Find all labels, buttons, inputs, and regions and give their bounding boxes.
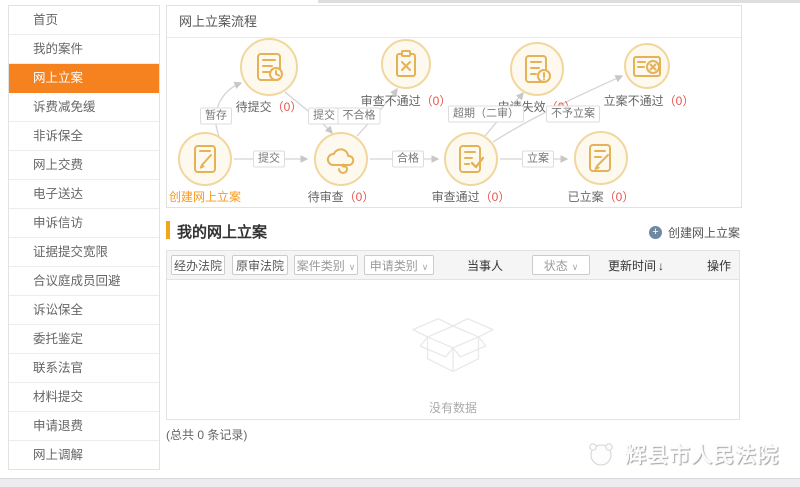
bottom-status-strip [0, 478, 800, 487]
apply-category-dropdown[interactable]: 申请类别∨ [364, 255, 434, 275]
flow-label-review-failed[interactable]: 审查不通过（0） [361, 92, 452, 109]
flow-node-expired[interactable] [510, 42, 564, 96]
court-logo-icon [583, 438, 617, 470]
flow-label-filed[interactable]: 已立案（0） [568, 188, 635, 205]
plus-circle-icon: + [649, 226, 662, 239]
create-filing-link-label: 创建网上立案 [668, 224, 740, 241]
sidebar-item-non-litigation-preservation[interactable]: 非诉保全 [9, 122, 159, 151]
edge-label-no-filing: 不予立案 [546, 106, 600, 123]
window-top-edge [318, 0, 800, 3]
my-cases-header: 我的网上立案 + 创建网上立案 [166, 220, 742, 242]
flow-node-not-filed[interactable] [624, 43, 670, 89]
sidebar-item-electronic-delivery[interactable]: 电子送达 [9, 180, 159, 209]
sidebar-menu: 首页 我的案件 网上立案 诉费减免缓 非诉保全 网上交费 电子送达 申诉信访 证… [8, 5, 160, 470]
create-filing-link[interactable]: + 创建网上立案 [649, 224, 740, 241]
court-watermark: 辉县市人民法院 [583, 438, 779, 470]
case-list-filter-bar: 经办法院 原审法院 案件类别∨ 申请类别∨ 当事人 状态∨ 更新时间↓ 操作 [166, 250, 740, 280]
sidebar-item-my-cases[interactable]: 我的案件 [9, 35, 159, 64]
sidebar-item-home[interactable]: 首页 [9, 6, 159, 35]
sort-desc-icon: ↓ [658, 259, 664, 273]
section-accent-bar [166, 221, 170, 239]
sidebar-item-panel-recusal[interactable]: 合议庭成员回避 [9, 267, 159, 296]
flow-label-review-passed[interactable]: 审查通过（0） [432, 188, 511, 205]
review-passed-count: （0） [480, 190, 511, 204]
case-category-dropdown[interactable]: 案件类别∨ [294, 255, 358, 275]
sidebar-item-evidence-grace[interactable]: 证据提交宽限 [9, 238, 159, 267]
cloud-sync-icon [324, 142, 358, 176]
filed-count: （0） [604, 190, 635, 204]
edge-label-overdue: 超期（二审） [448, 106, 524, 123]
edge-label-unqualified: 不合格 [338, 108, 381, 125]
document-edit-icon [585, 142, 617, 174]
sidebar-item-contact-judge[interactable]: 联系法官 [9, 354, 159, 383]
empty-state-text: 没有数据 [407, 399, 499, 416]
not-filed-count: （0） [664, 94, 695, 108]
case-list-body: 没有数据 [166, 280, 740, 420]
party-column-header: 当事人 [462, 257, 508, 274]
chevron-down-icon: ∨ [422, 262, 429, 272]
card-pencil-icon [189, 143, 221, 175]
watermark-text: 辉县市人民法院 [625, 439, 779, 469]
sidebar-item-entrusted-appraisal[interactable]: 委托鉴定 [9, 325, 159, 354]
status-dropdown[interactable]: 状态∨ [532, 255, 590, 275]
filing-process-panel: 网上立案流程 [166, 5, 742, 208]
flow-label-pending-review[interactable]: 待审查（0） [308, 188, 375, 205]
edge-label-submit-mid: 提交 [253, 151, 285, 168]
action-column-header: 操作 [699, 257, 739, 274]
pending-submit-count: （0） [272, 100, 303, 114]
chevron-down-icon: ∨ [572, 262, 579, 272]
empty-state: 没有数据 [407, 306, 499, 416]
edge-label-save-draft: 暂存 [200, 108, 232, 125]
document-alert-icon [521, 53, 553, 85]
edge-label-submit-top: 提交 [308, 108, 340, 125]
sidebar-item-appeal-petition[interactable]: 申诉信访 [9, 209, 159, 238]
sidebar-item-litigation-preservation[interactable]: 诉讼保全 [9, 296, 159, 325]
review-failed-count: （0） [421, 94, 452, 108]
clipboard-x-icon [391, 49, 421, 79]
handling-court-filter-button[interactable]: 经办法院 [171, 255, 225, 275]
document-clock-icon [252, 50, 286, 84]
sidebar-item-fee-reduction[interactable]: 诉费减免缓 [9, 93, 159, 122]
sidebar-item-online-filing[interactable]: 网上立案 [9, 64, 159, 93]
sidebar-item-refund-application[interactable]: 申请退费 [9, 412, 159, 441]
sidebar-item-online-mediation[interactable]: 网上调解 [9, 441, 159, 469]
flow-node-review-failed[interactable] [381, 39, 431, 89]
flow-node-pending-review[interactable] [314, 132, 368, 186]
flow-label-pending-submit[interactable]: 待提交（0） [236, 98, 303, 115]
original-court-filter-button[interactable]: 原审法院 [232, 255, 288, 275]
edge-label-qualified: 合格 [392, 151, 424, 168]
my-cases-title: 我的网上立案 [177, 221, 267, 242]
edge-label-file: 立案 [522, 151, 554, 168]
empty-box-icon [407, 306, 499, 386]
flow-label-not-filed[interactable]: 立案不通过（0） [604, 92, 695, 109]
sidebar-item-online-payment[interactable]: 网上交费 [9, 151, 159, 180]
flow-node-pending-submit[interactable] [240, 38, 298, 96]
chevron-down-icon: ∨ [349, 262, 356, 272]
pending-review-count: （0） [344, 190, 375, 204]
sidebar-item-material-submission[interactable]: 材料提交 [9, 383, 159, 412]
update-time-sort-header[interactable]: 更新时间↓ [605, 257, 667, 274]
total-records-text: (总共 0 条记录) [166, 426, 247, 443]
flow-node-create-filing[interactable] [178, 132, 232, 186]
document-check-icon [455, 143, 487, 175]
flow-node-filed[interactable] [574, 131, 628, 185]
card-x-icon [632, 51, 662, 81]
flow-label-create-filing[interactable]: 创建网上立案 [169, 188, 241, 205]
flow-node-review-passed[interactable] [444, 132, 498, 186]
